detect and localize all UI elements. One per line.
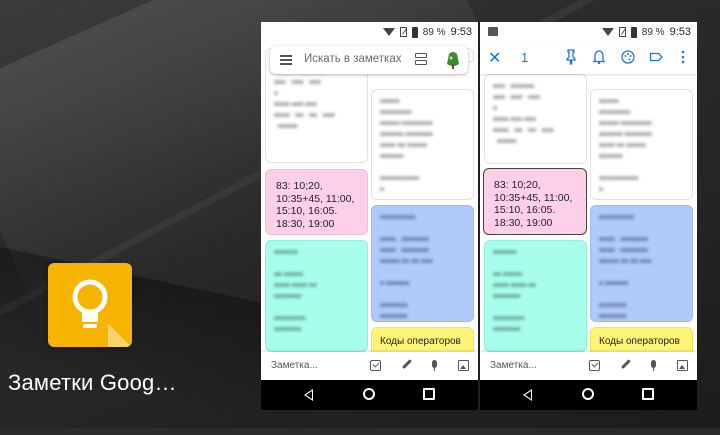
image-icon[interactable] [677, 360, 688, 371]
battery-percent: 89 % [422, 26, 446, 38]
note-card[interactable]: ■■■ · ■■■■■■ ■■■ · ■■■ · ■■■ ■ ■■■■ ■■■ ■■■… [484, 74, 587, 164]
label-icon[interactable] [649, 49, 663, 65]
note-blurred-content: ■■■■■■ ■■ ■■■■■ ■■■■ ■■■■ ■■ ■■■■■■■ ■■■■■■■… [274, 249, 317, 333]
pin-icon[interactable] [564, 49, 578, 65]
status-bar: 89 % 9:53 [261, 22, 478, 42]
selection-toolbar: ✕ 1 [480, 42, 697, 74]
note-card[interactable]: ■■■■■■ ■■ ■■■■■ ■■■■ ■■■■ ■■ ■■■■■■■ ■■■■■■■… [484, 240, 587, 352]
phone-screen-selection: 89 % 9:53 ■■■ · ■■■■■■ ■■■ · ■■■ · ■■■ ■ ■■… [480, 22, 697, 410]
mic-icon[interactable] [648, 360, 659, 371]
checkbox-icon[interactable] [589, 360, 600, 371]
sim-icon [399, 27, 407, 37]
android-nav-bar [261, 380, 478, 410]
note-text: 83: 10;20, 10:35+45, 11:00, 15:10, 16:05… [494, 179, 573, 229]
mic-icon[interactable] [429, 360, 440, 371]
brush-icon[interactable] [398, 358, 414, 374]
bottom-bar: Заметка... [261, 352, 478, 380]
search-placeholder[interactable]: Искать в заметках [304, 53, 402, 65]
keep-app-icon[interactable] [48, 263, 132, 347]
more-options-icon[interactable] [676, 49, 690, 65]
phone-screen-main: 89 % 9:53 ■■■■ ■■■■ ■■■■■■■■ · ■■■■■■■■■… [261, 22, 478, 410]
note-text: 83: 10;20, 10:35+45, 11:00, 15:10, 16:05… [276, 180, 355, 230]
note-card[interactable]: ■■■■■■■■■ ■■■■ · ■■■■■■■ ■■■■ · ■■■■■■■ ■■■… [590, 205, 693, 322]
android-nav-bar [480, 380, 697, 410]
note-title: Коды операторов [599, 336, 680, 347]
app-label[interactable]: Заметки Goog… [8, 370, 177, 396]
note-blurred-content: ■■■ · ■■■■■■ ■■■ · ■■■ · ■■■ ■ ■■■■ ■■■ ■■■… [493, 83, 554, 145]
battery-icon [630, 26, 637, 38]
icon-corner-fold [108, 323, 132, 347]
wifi-icon [601, 28, 614, 36]
recents-icon[interactable] [642, 388, 654, 400]
recents-icon[interactable] [423, 388, 435, 400]
take-note-input[interactable]: Заметка... [490, 360, 537, 371]
note-blurred-content: ■■■■■■■■■ ■■■■ · ■■■■■■■ ■■■■ · ■■■■■■■ ■■■… [599, 214, 652, 320]
note-card[interactable]: ■■■■■■ ■■ ■■■■■ ■■■■ ■■■■ ■■ ■■■■■■■ ■■■■■■■… [265, 240, 368, 352]
note-title: Коды операторов [380, 336, 461, 347]
note-blurred-content: ■■■■■■ ■■ ■■■■■ ■■■■ ■■■■ ■■ ■■■■■■■ ■■■■■■■… [493, 249, 536, 333]
note-card-times-selected[interactable]: 83: 10;20, 10:35+45, 11:00, 15:10, 16:05… [483, 168, 587, 235]
notification-icon [488, 27, 498, 36]
note-blurred-content: ■■■■■■■■■ ■■■■ · ■■■■■■■ ■■■■ · ■■■■■■■ ■■■… [380, 214, 433, 320]
note-card[interactable]: ■■■■■ ■■■■■■■■ ■■■■■ ■■■■■■■■ ■■■■■■ ■■■■■■… [590, 89, 693, 200]
status-time: 9:53 [450, 26, 472, 38]
status-time: 9:53 [669, 26, 691, 38]
note-card[interactable]: ■■■■■■■■■ ■■■■ · ■■■■■■■ ■■■■ · ■■■■■■■ ■■■… [371, 205, 474, 322]
home-icon[interactable] [363, 388, 375, 400]
note-card[interactable]: ■■■■■ ■■■■■■■■ ■■■■■ ■■■■■■■■ ■■■■■■ ■■■■■■… [371, 89, 474, 200]
search-bar[interactable]: Искать в заметках [270, 46, 468, 74]
palette-icon[interactable] [621, 49, 635, 65]
selected-count: 1 [521, 50, 529, 65]
take-note-input[interactable]: Заметка... [271, 360, 318, 371]
note-blurred-content: ■■■■■ ■■■■■■■■ ■■■■■ ■■■■■■■■ ■■■■■■ ■■■■■■… [380, 98, 433, 193]
back-icon[interactable] [523, 389, 532, 401]
menu-icon[interactable] [280, 55, 292, 65]
close-selection-icon[interactable]: ✕ [488, 48, 501, 68]
brush-icon[interactable] [617, 358, 633, 374]
back-icon[interactable] [304, 389, 313, 401]
checkbox-icon[interactable] [370, 360, 381, 371]
sim-icon [618, 27, 626, 37]
image-icon[interactable] [458, 360, 469, 371]
status-bar: 89 % 9:53 [480, 22, 697, 42]
battery-percent: 89 % [641, 26, 665, 38]
note-card-times[interactable]: 83: 10;20, 10:35+45, 11:00, 15:10, 16:05… [265, 169, 368, 235]
bottom-bar: Заметка... [480, 352, 697, 380]
reminder-bell-icon[interactable] [592, 49, 606, 65]
avatar[interactable] [443, 50, 463, 70]
home-icon[interactable] [582, 388, 594, 400]
list-view-icon[interactable] [415, 53, 427, 66]
wifi-icon [382, 28, 395, 36]
note-blurred-content: ■■■■■ ■■■■■■■■ ■■■■■ ■■■■■■■■ ■■■■■■ ■■■■■■… [599, 98, 652, 193]
battery-icon [411, 26, 418, 38]
